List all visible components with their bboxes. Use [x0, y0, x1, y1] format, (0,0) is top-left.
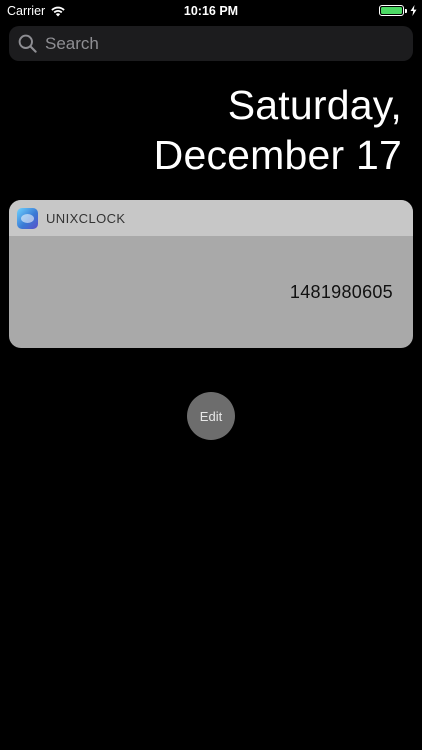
widget-app-name: UNIXCLOCK [46, 210, 126, 226]
date-month-day: December 17 [153, 132, 402, 178]
search-icon [18, 34, 37, 53]
battery-tip [405, 9, 407, 13]
widget-body[interactable]: 1481980605 [9, 236, 413, 348]
lock-screen-today-view: Carrier 10:16 PM Search Saturday, Decemb… [0, 0, 422, 750]
unix-timestamp: 1481980605 [289, 282, 393, 302]
battery-level [381, 7, 402, 14]
search-placeholder[interactable]: Search [45, 34, 99, 54]
date-display: Saturday, December 17 [22, 80, 402, 180]
charging-bolt-icon [410, 5, 417, 16]
widget-header[interactable]: UNIXCLOCK [9, 200, 413, 236]
app-icon [17, 207, 38, 229]
edit-button-label: Edit [199, 408, 223, 424]
status-bar: Carrier 10:16 PM [0, 0, 422, 22]
search-bar[interactable]: Search [9, 26, 413, 61]
date-weekday: Saturday, [227, 82, 402, 128]
status-right [379, 5, 417, 16]
edit-button[interactable]: Edit [187, 392, 235, 440]
status-time: 10:16 PM [183, 4, 239, 18]
app-icon-glyph [21, 213, 34, 223]
battery-icon [379, 5, 407, 16]
unixclock-widget[interactable]: UNIXCLOCK 1481980605 [9, 200, 413, 348]
